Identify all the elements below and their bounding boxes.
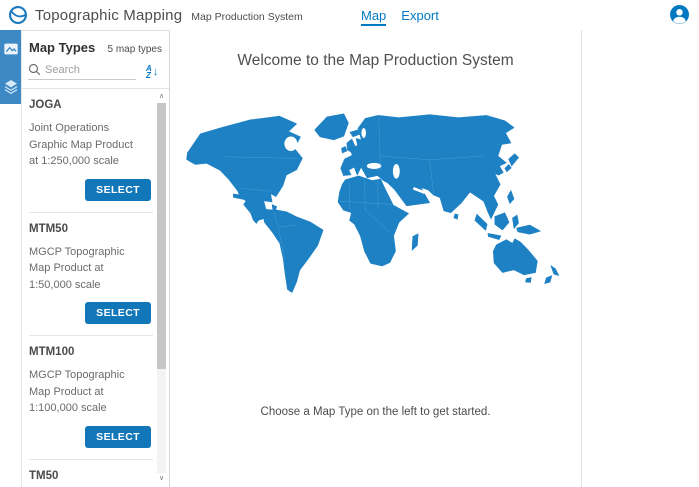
select-button-joga[interactable]: SELECT [85, 179, 151, 201]
helper-text: Choose a Map Type on the left to get sta… [170, 406, 581, 418]
scroll-up-icon[interactable]: ∧ [159, 91, 164, 103]
app-header: Topographic Mapping Map Production Syste… [0, 0, 699, 30]
map-type-count: 5 map types [108, 44, 162, 55]
sort-arrow: ↓ [153, 66, 159, 78]
select-button-mtm50[interactable]: SELECT [85, 302, 151, 324]
world-map [184, 110, 568, 299]
search-icon [28, 63, 41, 76]
search-box [28, 63, 136, 80]
main-panel: Welcome to the Map Production System [170, 30, 582, 487]
search-input[interactable] [45, 64, 129, 76]
sort-letter-z: Z [146, 72, 152, 79]
panel-title: Map Types [29, 40, 95, 55]
list-item-joga: JOGA Joint Operations Graphic Map Produc… [29, 99, 153, 213]
right-spacer [582, 30, 699, 487]
tab-map[interactable]: Map [361, 2, 386, 28]
globe-icon [8, 5, 28, 25]
list-scrollbar: ∧ ∨ [156, 91, 167, 485]
list-item-mtm100: MTM100 MGCP Topographic Map Product at 1… [29, 346, 153, 460]
layers-icon[interactable] [0, 67, 22, 104]
divider [29, 212, 153, 213]
scrollbar-track[interactable] [157, 103, 166, 473]
map-type-tool-icon[interactable] [0, 30, 22, 67]
scroll-down-icon[interactable]: ∨ [159, 473, 164, 485]
list-item-tm50: TM50 Topographic Map Product at 1:50,000… [29, 470, 153, 487]
divider [29, 459, 153, 460]
app-subtitle: Map Production System [191, 8, 302, 23]
divider [29, 335, 153, 336]
tool-rail [0, 30, 22, 487]
header-tabs: Map Export [361, 0, 439, 30]
map-type-description: MGCP Topographic Map Product at 1:50,000… [29, 244, 141, 294]
map-type-name: TM50 [29, 470, 153, 482]
map-type-description: MGCP Topographic Map Product at 1:100,00… [29, 367, 141, 417]
map-type-list: JOGA Joint Operations Graphic Map Produc… [22, 89, 169, 487]
user-icon[interactable] [670, 5, 689, 24]
sort-az-icon[interactable]: A Z ↓ [146, 65, 158, 79]
map-type-name: JOGA [29, 99, 153, 111]
app-title: Topographic Mapping [35, 7, 182, 24]
map-types-panel: Map Types 5 map types A Z ↓ [22, 30, 170, 487]
map-type-name: MTM100 [29, 346, 153, 358]
map-type-name: MTM50 [29, 223, 153, 235]
tab-export[interactable]: Export [401, 2, 439, 28]
select-button-mtm100[interactable]: SELECT [85, 426, 151, 448]
list-item-mtm50: MTM50 MGCP Topographic Map Product at 1:… [29, 223, 153, 337]
scrollbar-thumb[interactable] [157, 103, 166, 369]
map-type-description: Joint Operations Graphic Map Product at … [29, 120, 141, 170]
welcome-title: Welcome to the Map Production System [170, 52, 581, 70]
